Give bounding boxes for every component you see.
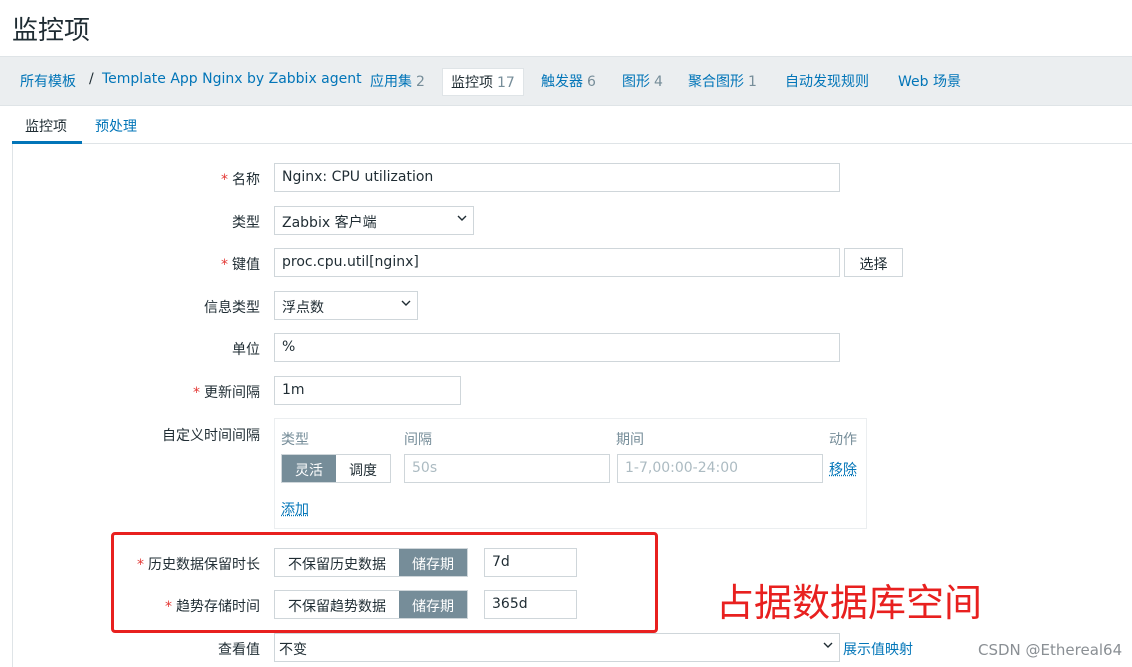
add-interval-link[interactable]: 添加 [281,499,309,519]
type-select[interactable]: Zabbix 客户端 [274,206,474,235]
info-type-label: 信息类型 [204,300,260,316]
tab-item[interactable]: 监控项 [25,116,67,136]
name-label: * 名称 [221,172,260,188]
key-label: * 键值 [221,257,260,273]
key-input[interactable]: proc.cpu.util[nginx] [274,248,840,277]
breadcrumb-separator: / [89,71,94,87]
nav-triggers[interactable]: 触发器 6 [541,71,596,91]
breadcrumb-template[interactable]: Template App Nginx by Zabbix agent [102,71,362,87]
show-value-select[interactable]: 不变 [274,633,840,662]
remove-interval-link[interactable]: 移除 [829,459,857,479]
units-label: 单位 [232,342,260,358]
nav-items-active[interactable]: 监控项 17 [442,68,524,96]
info-type-select[interactable]: 浮点数 [274,291,418,320]
chevron-down-icon [457,214,467,223]
mode-scheduling-button[interactable]: 调度 [336,455,390,482]
interval-input[interactable]: 50s [404,454,610,483]
show-value-label: 查看值 [218,642,260,658]
col-header-action: 动作 [829,432,857,448]
annotation-highlight-box [111,532,658,633]
mode-flexible-button[interactable]: 灵活 [282,455,336,482]
custom-intervals-label: 自定义时间间隔 [162,428,260,444]
chevron-down-icon [401,299,411,308]
type-label: 类型 [232,215,260,231]
col-header-period: 期间 [616,432,644,448]
col-header-interval: 间隔 [404,432,432,448]
value-mapping-link[interactable]: 展示值映射 [843,639,913,659]
update-interval-input[interactable]: 1m [274,376,461,405]
select-key-button[interactable]: 选择 [844,248,903,277]
chevron-down-icon [823,641,833,650]
name-input[interactable]: Nginx: CPU utilization [274,163,840,192]
nav-web-scenarios[interactable]: Web 场景 [898,71,961,91]
nav-screens[interactable]: 聚合图形 1 [688,71,757,91]
col-header-type: 类型 [281,432,309,448]
annotation-text: 占据数据库空间 [716,581,983,625]
update-interval-label: * 更新间隔 [193,385,260,401]
nav-applications[interactable]: 应用集 2 [370,71,425,91]
units-input[interactable]: % [274,333,840,362]
custom-intervals-table: 类型 间隔 期间 动作 灵活 调度 50s 1-7,00:00-24:00 移除… [274,418,867,529]
breadcrumb-all-templates[interactable]: 所有模板 [20,71,76,91]
nav-discovery-rules[interactable]: 自动发现规则 [785,71,869,91]
page-title: 监控项 [12,16,91,46]
watermark: CSDN @Ethereal64 [978,641,1123,659]
period-input[interactable]: 1-7,00:00-24:00 [617,454,823,483]
interval-mode-toggle[interactable]: 灵活 调度 [281,454,391,483]
tab-preprocessing[interactable]: 预处理 [95,116,137,136]
nav-graphs[interactable]: 图形 4 [622,71,663,91]
breadcrumb-nav: 所有模板 / Template App Nginx by Zabbix agen… [0,56,1132,106]
form-tabs: 监控项 预处理 [12,106,1132,144]
